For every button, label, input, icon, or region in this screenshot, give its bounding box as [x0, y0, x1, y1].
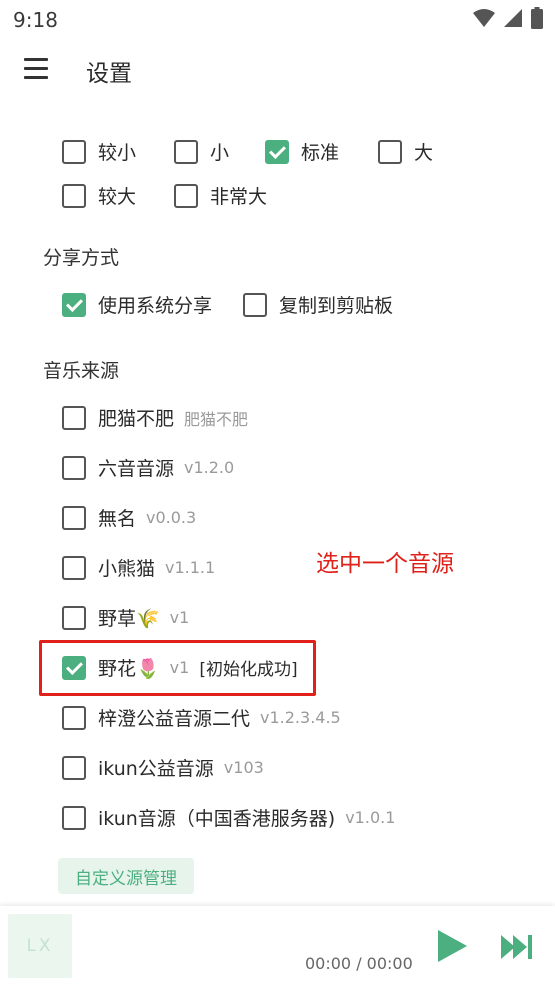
source-name: 肥猫不肥: [98, 408, 175, 430]
option-label: 复制到剪贴板: [279, 295, 394, 317]
annotation-text: 选中一个音源: [316, 551, 454, 577]
source-version: 肥猫不肥: [184, 409, 249, 429]
source-name: 無名: [98, 508, 137, 530]
checkbox-icon[interactable]: [62, 183, 86, 208]
source-version: v1.1.1: [165, 558, 216, 577]
font-size-option-large[interactable]: 大: [378, 138, 433, 165]
player-bar: LX 00:00 / 00:00: [0, 906, 555, 984]
source-item[interactable]: 小熊猫 v1.1.1: [62, 554, 215, 581]
font-size-option-larger[interactable]: 较大: [62, 182, 136, 209]
source-name: ikun音源（中国香港服务器): [98, 808, 336, 830]
menu-icon: [24, 58, 48, 61]
source-item[interactable]: 野草🌾 v1: [62, 604, 189, 631]
option-label: 较大: [98, 186, 137, 208]
signal-icon: [504, 9, 522, 27]
status-time: 9:18: [13, 8, 58, 32]
source-version: v1: [169, 608, 190, 627]
option-label: 使用系统分享: [98, 295, 213, 317]
checkbox-icon[interactable]: [62, 505, 86, 530]
playback-time: 00:00 / 00:00: [305, 954, 413, 973]
source-name: 小熊猫: [98, 558, 156, 580]
checkbox-icon[interactable]: [62, 555, 86, 580]
font-size-option-very-large[interactable]: 非常大: [174, 182, 267, 209]
checkbox-icon[interactable]: [62, 805, 86, 830]
checkbox-icon[interactable]: [378, 139, 402, 164]
checkbox-icon[interactable]: [62, 605, 86, 630]
page-title: 设置: [86, 61, 132, 87]
album-cover[interactable]: LX: [8, 914, 72, 978]
source-name: 梓澄公益音源二代: [98, 708, 251, 730]
option-label: 小: [210, 142, 230, 164]
source-name: 野草🌾: [98, 608, 160, 630]
font-size-option-smaller[interactable]: 较小: [62, 138, 136, 165]
checkbox-icon[interactable]: [174, 183, 198, 208]
font-size-option-standard[interactable]: 标准: [265, 138, 339, 165]
checkbox-checked-icon[interactable]: [265, 139, 289, 164]
option-label: 标准: [301, 142, 340, 164]
checkbox-icon[interactable]: [62, 139, 86, 164]
menu-button[interactable]: [22, 54, 52, 84]
custom-source-manage-button[interactable]: 自定义源管理: [58, 858, 194, 894]
checkbox-checked-icon[interactable]: [62, 292, 86, 317]
source-name: 六音音源: [98, 458, 175, 480]
wifi-icon: [473, 9, 495, 27]
source-version: v103: [223, 758, 264, 777]
share-option-clipboard[interactable]: 复制到剪贴板: [243, 291, 393, 318]
app-bar: 设置: [0, 38, 555, 100]
source-version: v1.2.0: [184, 458, 235, 477]
checkbox-icon[interactable]: [174, 139, 198, 164]
next-track-icon[interactable]: [499, 932, 535, 962]
option-label: 大: [414, 142, 434, 164]
music-source-heading: 音乐来源: [43, 360, 120, 382]
font-size-option-small[interactable]: 小: [174, 138, 229, 165]
battery-icon: [531, 7, 543, 29]
checkbox-icon[interactable]: [62, 405, 86, 430]
source-item[interactable]: 梓澄公益音源二代 v1.2.3.4.5: [62, 704, 341, 731]
play-icon[interactable]: [434, 928, 470, 964]
checkbox-icon[interactable]: [62, 755, 86, 780]
source-item[interactable]: 六音音源 v1.2.0: [62, 454, 234, 481]
source-name: ikun公益音源: [98, 758, 214, 780]
share-option-system[interactable]: 使用系统分享: [62, 291, 212, 318]
selection-highlight-box: [39, 640, 316, 696]
source-item[interactable]: 肥猫不肥 肥猫不肥: [62, 404, 248, 431]
option-label: 较小: [98, 142, 137, 164]
share-heading: 分享方式: [43, 247, 120, 269]
checkbox-icon[interactable]: [62, 705, 86, 730]
source-item[interactable]: ikun公益音源 v103: [62, 754, 264, 781]
option-label: 非常大: [210, 186, 268, 208]
status-bar: 9:18: [0, 0, 555, 38]
source-version: v1.0.1: [345, 808, 396, 827]
source-item[interactable]: ikun音源（中国香港服务器) v1.0.1: [62, 804, 395, 831]
checkbox-icon[interactable]: [243, 292, 267, 317]
checkbox-icon[interactable]: [62, 455, 86, 480]
source-version: v1.2.3.4.5: [260, 708, 341, 727]
source-version: v0.0.3: [146, 508, 197, 527]
source-item[interactable]: 無名 v0.0.3: [62, 504, 196, 531]
